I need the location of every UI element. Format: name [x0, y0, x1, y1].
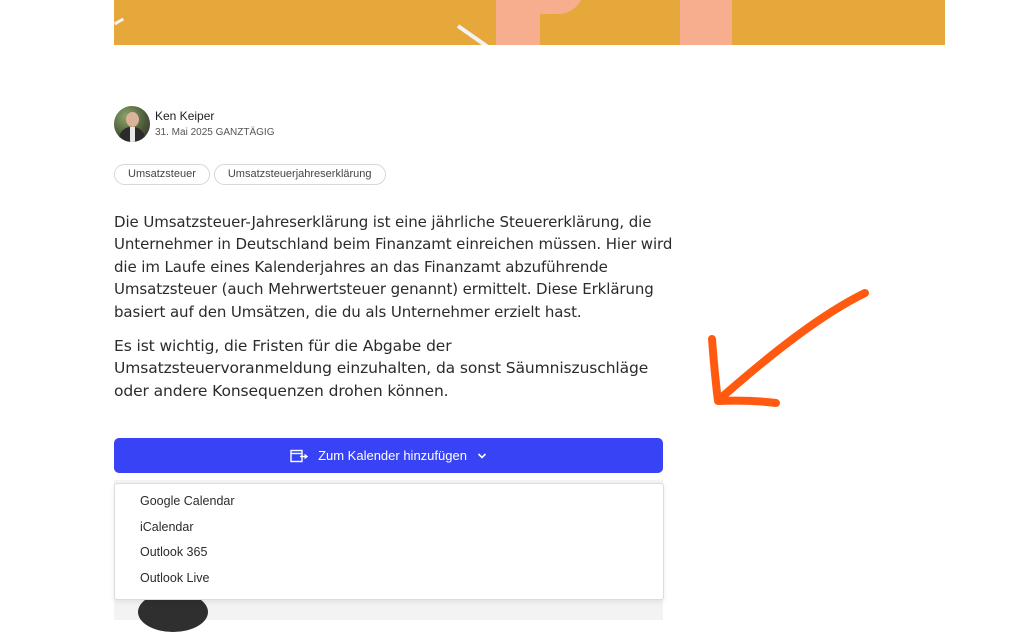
calendar-option-outlook-live[interactable]: Outlook Live: [115, 566, 663, 592]
event-date: 31. Mai 2025 GANZTÄGIG: [155, 126, 275, 138]
calendar-add-icon: [290, 449, 309, 463]
hero-decoration: [114, 17, 125, 26]
hero-decoration: [456, 24, 492, 45]
annotation-arrow-icon: [708, 289, 869, 407]
avatar[interactable]: [114, 106, 150, 142]
avatar-head: [126, 112, 139, 127]
description-paragraph: Die Umsatzsteuer-Jahreserklärung ist ein…: [114, 213, 673, 321]
tag-umsatzsteuer[interactable]: Umsatzsteuer: [114, 164, 210, 185]
calendar-dropdown-menu: Google Calendar iCalendar Outlook 365 Ou…: [114, 483, 664, 600]
author-text: Ken Keiper 31. Mai 2025 GANZTÄGIG: [155, 109, 275, 140]
hero-illustration-leg: [680, 0, 732, 45]
chevron-down-icon: [477, 452, 487, 460]
calendar-option-outlook-365[interactable]: Outlook 365: [115, 540, 663, 566]
hero-image: [114, 0, 945, 45]
calendar-option-google[interactable]: Google Calendar: [115, 489, 663, 515]
description-paragraph: Es ist wichtig, die Fristen für die Abga…: [114, 337, 649, 400]
event-description: Die Umsatzsteuer-Jahreserklärung ist ein…: [114, 211, 674, 414]
calendar-option-icalendar[interactable]: iCalendar: [115, 515, 663, 541]
add-to-calendar-button[interactable]: Zum Kalender hinzufügen: [114, 438, 663, 473]
tag-umsatzsteuerjahreserklaerung[interactable]: Umsatzsteuerjahreserklärung: [213, 164, 386, 185]
tag-list: Umsatzsteuer Umsatzsteuerjahreserklärung: [114, 164, 386, 185]
avatar-shirt: [130, 127, 135, 142]
author-name[interactable]: Ken Keiper: [155, 109, 275, 124]
author-block: Ken Keiper 31. Mai 2025 GANZTÄGIG: [114, 106, 275, 142]
add-to-calendar-label: Zum Kalender hinzufügen: [318, 448, 467, 463]
